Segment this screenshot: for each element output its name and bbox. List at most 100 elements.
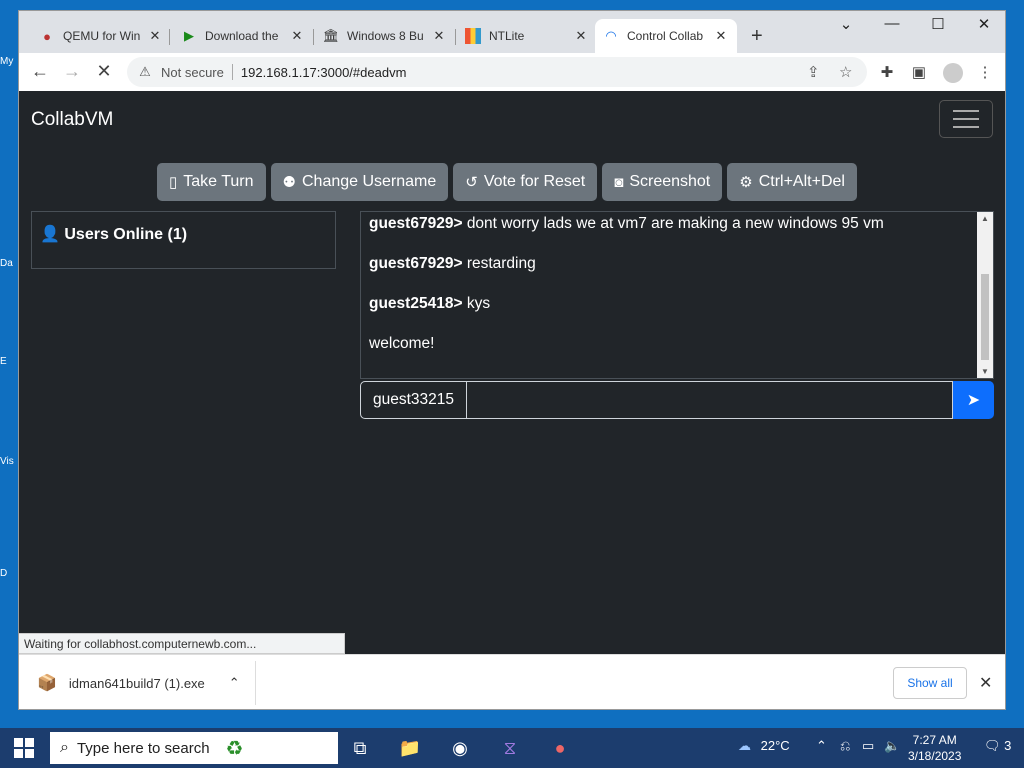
- tab-title: QEMU for Win: [63, 29, 141, 43]
- button-label: Take Turn: [183, 173, 254, 190]
- maximize-icon[interactable]: ☐: [923, 15, 953, 33]
- navbar-toggle-button[interactable]: [939, 100, 993, 138]
- extensions-icon[interactable]: ✚: [877, 63, 897, 81]
- chat-username: guest67929>: [369, 255, 463, 272]
- tab-title: Control Collab: [627, 29, 704, 43]
- menu-kebab-icon[interactable]: ⋮: [975, 63, 995, 81]
- bookmark-star-icon[interactable]: ☆: [839, 63, 852, 81]
- profile-avatar-icon[interactable]: [943, 63, 963, 83]
- tab-qemu[interactable]: ● QEMU for Win ✕: [31, 19, 171, 53]
- url-text[interactable]: 192.168.1.17:3000/#deadvm: [241, 65, 407, 80]
- chevron-up-icon[interactable]: ⌃: [229, 675, 240, 691]
- close-tab-icon[interactable]: ✕: [431, 28, 447, 44]
- tab-search-icon[interactable]: ⌄: [831, 15, 861, 33]
- notification-count: 3: [1004, 738, 1012, 753]
- visual-studio-icon[interactable]: ⧖: [496, 734, 524, 762]
- close-download-bar-icon[interactable]: ✕: [979, 673, 992, 693]
- tab-title: Download the: [205, 29, 279, 43]
- close-tab-icon[interactable]: ✕: [289, 28, 305, 44]
- browser-toolbar: ← → ✕ ⚠ Not secure 192.168.1.17:3000/#de…: [19, 53, 1005, 92]
- change-username-button[interactable]: ⚉ Change Username: [270, 163, 449, 201]
- file-explorer-icon[interactable]: 📁: [396, 734, 424, 762]
- tab-ntlite[interactable]: NTLite ✕: [457, 19, 597, 53]
- close-tab-icon[interactable]: ✕: [147, 28, 163, 44]
- chat-message: guest25418> kys: [369, 295, 490, 313]
- chat-input[interactable]: [467, 381, 953, 419]
- close-tab-icon[interactable]: ✕: [573, 28, 589, 44]
- desktop-icon[interactable]: D: [0, 568, 18, 608]
- task-view-icon[interactable]: ⧉: [346, 734, 374, 762]
- notification-icon[interactable]: 🗨 3: [984, 738, 1011, 754]
- weather-widget[interactable]: ☁ 22°C: [738, 738, 790, 754]
- send-button[interactable]: ➤: [953, 381, 994, 419]
- ctrl-alt-del-button[interactable]: ⚙ Ctrl+Alt+Del: [727, 163, 857, 201]
- warning-icon[interactable]: ⚠: [137, 64, 153, 80]
- desktop-icon[interactable]: Vis: [0, 456, 18, 496]
- divider: [231, 64, 233, 80]
- show-all-button[interactable]: Show all: [893, 667, 967, 699]
- status-bubble: Waiting for collabhost.computernewb.com.…: [19, 633, 345, 654]
- desktop-icon[interactable]: Da: [0, 258, 18, 298]
- tab-windows8[interactable]: 🏛 Windows 8 Bu ✕: [315, 19, 455, 53]
- download-filename[interactable]: idman641build7 (1).exe: [69, 676, 205, 691]
- search-icon: ⌕: [60, 739, 69, 756]
- network-icon[interactable]: ⎌: [840, 738, 850, 754]
- divider: [255, 661, 256, 705]
- stop-loading-icon[interactable]: ✕: [93, 61, 115, 82]
- minimize-icon[interactable]: —: [877, 15, 907, 32]
- search-placeholder: Type here to search: [76, 739, 210, 757]
- button-label: Change Username: [301, 173, 437, 190]
- button-label: Screenshot: [629, 173, 711, 190]
- chat-scrollbar[interactable]: ▲ ▼: [977, 212, 993, 378]
- browser-window: ● QEMU for Win ✕ ▶ Download the ✕ 🏛 Wind…: [18, 10, 1006, 710]
- chat-messages[interactable]: guest67929> dont worry lads we at vm7 ar…: [360, 211, 994, 379]
- take-turn-button[interactable]: ▯ Take Turn: [157, 163, 266, 201]
- clock-date: 3/18/2023: [908, 749, 962, 763]
- gear-icon: ⚙: [739, 174, 753, 191]
- security-label[interactable]: Not secure: [161, 65, 224, 80]
- scroll-down-icon[interactable]: ▼: [977, 367, 993, 376]
- tab-download[interactable]: ▶ Download the ✕: [173, 19, 313, 53]
- weather-temp: 22°C: [760, 738, 790, 753]
- tab-strip: ● QEMU for Win ✕ ▶ Download the ✕ 🏛 Wind…: [19, 11, 1005, 53]
- windows-start-icon[interactable]: [14, 738, 34, 763]
- recycle-icon: ♻: [225, 737, 244, 760]
- screenshot-button[interactable]: ◙ Screenshot: [602, 163, 723, 201]
- chat-text: kys: [466, 295, 491, 312]
- forward-icon[interactable]: →: [61, 61, 83, 82]
- clock-time: 7:27 AM: [912, 733, 957, 747]
- qemu-icon[interactable]: ●: [546, 734, 574, 762]
- tab-control-collab[interactable]: ◠ Control Collab ✕: [595, 19, 737, 53]
- clock[interactable]: 7:27 AM 3/18/2023: [908, 732, 961, 764]
- chat-text: welcome!: [369, 335, 435, 352]
- chat-message: welcome!: [369, 335, 434, 353]
- display-icon[interactable]: ▭: [862, 738, 874, 754]
- chrome-icon[interactable]: ◉: [446, 734, 474, 762]
- download-bar: 📦 idman641build7 (1).exe ⌃ Show all ✕: [19, 654, 1005, 709]
- share-icon[interactable]: ⇪: [807, 63, 820, 81]
- tab-title: NTLite: [489, 29, 525, 43]
- play-icon: ▶: [184, 28, 194, 43]
- desktop-icon[interactable]: My: [0, 56, 18, 96]
- volume-icon[interactable]: 🔈: [884, 738, 900, 754]
- chevron-up-icon[interactable]: ⌃: [816, 738, 827, 754]
- users-online-heading: Users Online (1): [64, 226, 188, 243]
- desktop-icon[interactable]: E: [0, 356, 18, 396]
- close-tab-icon[interactable]: ✕: [713, 28, 729, 44]
- close-window-icon[interactable]: ✕: [969, 15, 999, 33]
- tab-title: Windows 8 Bu: [347, 29, 424, 43]
- download-item[interactable]: 📦 idman641build7 (1).exe ⌃: [37, 673, 240, 693]
- ntlite-icon: [465, 28, 481, 44]
- button-label: Vote for Reset: [483, 173, 586, 190]
- scroll-up-icon[interactable]: ▲: [977, 214, 993, 223]
- side-panel-icon[interactable]: ▣: [909, 63, 929, 81]
- taskbar-search-box[interactable]: ⌕ Type here to search ♻: [50, 732, 338, 764]
- chat-input-group: guest33215 ➤: [360, 381, 994, 419]
- vote-reset-button[interactable]: ↺ Vote for Reset: [453, 163, 598, 201]
- scrollbar-thumb[interactable]: [981, 274, 989, 360]
- back-icon[interactable]: ←: [29, 61, 51, 82]
- brand-title[interactable]: CollabVM: [31, 109, 113, 131]
- new-tab-icon[interactable]: +: [751, 25, 763, 48]
- address-bar[interactable]: ⚠ Not secure 192.168.1.17:3000/#deadvm ⇪…: [127, 57, 867, 87]
- chat-text: restarding: [466, 255, 536, 272]
